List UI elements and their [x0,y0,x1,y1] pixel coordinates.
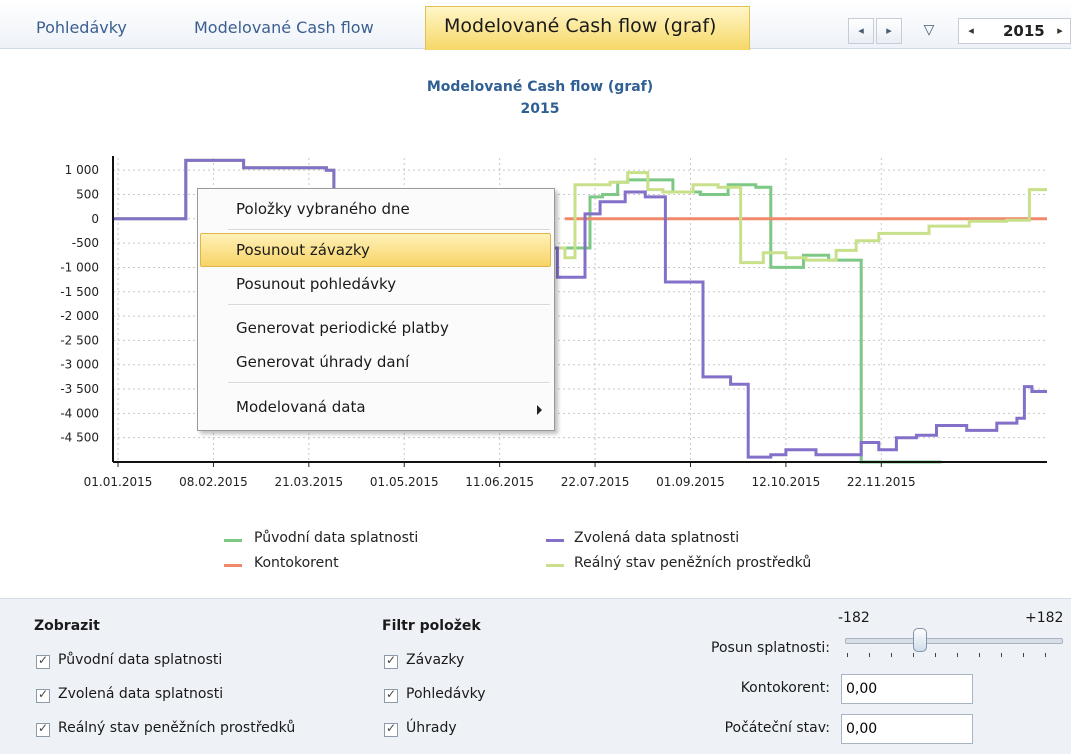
menu-item-posunout-zavazky[interactable]: Posunout závazky [236,241,370,259]
kontokorent-input[interactable] [841,674,973,704]
slider-tick [1045,653,1046,657]
slider-tick [891,653,892,657]
legend-swatch-puvodni [224,539,242,542]
y-tick-label: -2 000 [60,309,99,323]
menu-item-generovat-periodicke-platby[interactable]: Generovat periodické platby [236,319,449,337]
tab-bar: Pohledávky Modelované Cash flow Modelova… [0,0,1071,50]
next-tab-button[interactable]: ▸ [876,18,902,44]
chart-title-block: Modelované Cash flow (graf) 2015 [300,76,780,120]
y-tick-label: -500 [72,236,99,250]
filtr-polozek-header: Filtr položek [382,618,481,634]
slider-tick [869,653,870,657]
year-value: 2015 [1003,22,1045,40]
tab-active-label: Modelované Cash flow (graf) [444,15,717,37]
posun-splatnosti-slider[interactable] [845,638,1063,644]
arrow-right-icon: ▸ [886,24,892,37]
slider-min-label: -182 [838,610,870,626]
y-tick-label: -1 000 [60,260,99,274]
x-tick-label: 08.02.2015 [179,475,248,489]
menu-separator [228,304,550,306]
legend-realny-stav: Reálný stav peněžních prostředků [574,555,812,571]
checkbox-label: Závazky [406,652,465,668]
zobrazit-header: Zobrazit [34,618,100,634]
legend-puvodni-data-splatnosti: Původní data splatnosti [254,530,419,546]
tab-modelovane-cash-flow-graf[interactable]: Modelované Cash flow (graf) [425,6,750,50]
x-tick-label: 12.10.2015 [752,475,821,489]
checkbox-label: Úhrady [406,720,457,736]
slider-thumb[interactable] [913,628,927,652]
tab-modelovane-cash-flow[interactable]: Modelované Cash flow [194,18,374,37]
y-tick-label: -3 500 [60,382,99,396]
checkbox-pohledavky[interactable] [384,687,398,703]
y-tick-label: -1 500 [60,285,99,299]
context-menu: Položky vybraného dne Posunout závazky P… [197,188,555,431]
slider-tick [1023,653,1024,657]
x-tick-label: 11.06.2015 [465,475,534,489]
checkbox-zavazky[interactable] [384,653,398,669]
y-tick-label: 1 000 [65,163,99,177]
y-tick-label: 0 [91,212,99,226]
legend-kontokorent: Kontokorent [254,555,339,571]
slider-tick [957,653,958,657]
x-tick-label: 01.05.2015 [370,475,439,489]
x-tick-label: 01.09.2015 [656,475,725,489]
checkbox-label: Pohledávky [406,686,486,702]
menu-separator [228,382,550,384]
filter-dropdown-button[interactable]: ▽ [916,18,942,44]
legend-swatch-zvolena [546,539,564,542]
legend-swatch-kontokorent [224,564,242,567]
checkbox-uhrady[interactable] [384,721,398,737]
slider-tick [979,653,980,657]
checkbox-realny-stav[interactable] [36,721,50,737]
legend-zvolena-data-splatnosti: Zvolená data splatnosti [574,530,740,546]
year-next-icon[interactable]: ▸ [1050,19,1070,43]
menu-item-modelovana-data[interactable]: Modelovaná data [236,398,366,416]
slider-tick [935,653,936,657]
y-tick-label: -4 000 [60,406,99,420]
chart-subtitle: 2015 [520,101,560,117]
y-tick-label: -2 500 [60,333,99,347]
checkbox-label: Zvolená data splatnosti [58,686,224,702]
tab-pohledavky[interactable]: Pohledávky [36,18,127,37]
arrow-left-icon: ◂ [858,24,864,37]
year-prev-icon[interactable]: ◂ [961,19,981,43]
year-selector[interactable]: ◂ 2015 ▸ [958,18,1071,44]
checkbox-puvodni-data[interactable] [36,653,50,669]
slider-tick [1001,653,1002,657]
x-tick-label: 01.01.2015 [84,475,153,489]
checkbox-zvolena-data[interactable] [36,687,50,703]
menu-item-generovat-uhrady-dani[interactable]: Generovat úhrady daní [236,353,409,371]
slider-tick [913,653,914,657]
chart-title: Modelované Cash flow (graf) [426,79,654,95]
y-tick-label: -3 000 [60,358,99,372]
checkbox-label: Reálný stav peněžních prostředků [58,720,296,736]
menu-item-posunout-pohledavky[interactable]: Posunout pohledávky [236,275,396,293]
x-tick-label: 21.03.2015 [274,475,343,489]
y-tick-label: 500 [76,187,99,201]
submenu-arrow-icon [537,405,542,415]
pocatecni-stav-label: Počáteční stav: [724,720,830,736]
menu-item-polozky-vybraneho-dne[interactable]: Položky vybraného dne [236,200,410,218]
y-tick-label: -4 500 [60,431,99,445]
kontokorent-label: Kontokorent: [740,680,830,696]
x-tick-label: 22.07.2015 [561,475,630,489]
prev-tab-button[interactable]: ◂ [848,18,874,44]
x-tick-label: 22.11.2015 [847,475,916,489]
menu-separator [228,229,550,231]
posun-splatnosti-label: Posun splatnosti: [711,640,830,656]
pocatecni-stav-input[interactable] [841,714,973,744]
checkbox-label: Původní data splatnosti [58,652,223,668]
slider-max-label: +182 [1025,610,1064,626]
chevron-down-icon: ▽ [923,22,935,38]
slider-tick [847,653,848,657]
legend-swatch-realny-stav [546,564,564,567]
